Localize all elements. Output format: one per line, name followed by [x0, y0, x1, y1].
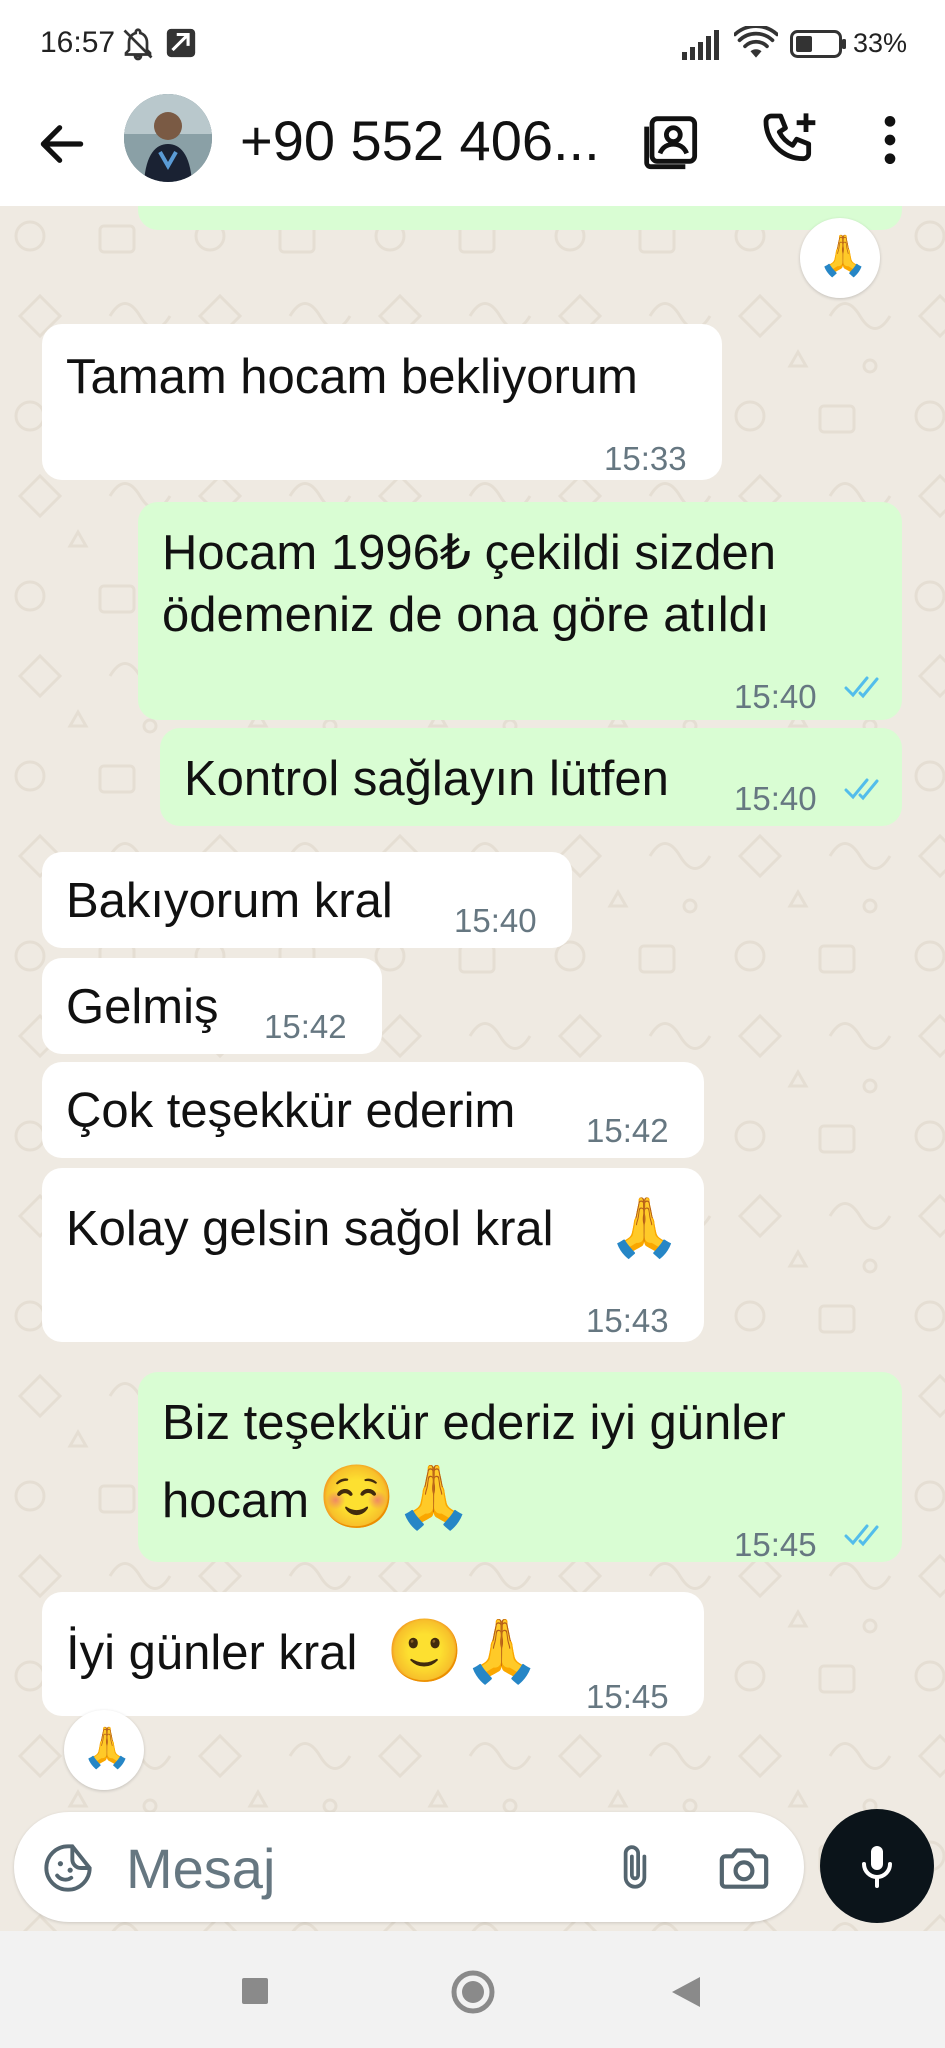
- message-list[interactable]: 🙏 Tamam hocam bekliyorum 15:33 Hocam 199…: [0, 206, 945, 1931]
- message-text: Bakıyorum kral: [66, 874, 393, 928]
- message-bubble-outgoing[interactable]: Biz teşekkür ederiz iyi günler hocam ☺️🙏…: [138, 1372, 902, 1563]
- message-bubble-outgoing[interactable]: Kontrol sağlayın lütfen 15:40: [160, 728, 902, 826]
- sticker-icon[interactable]: [42, 1842, 94, 1894]
- message-bubble-incoming[interactable]: Kolay gelsin sağol kral 🙏 15:43: [42, 1168, 704, 1342]
- smile-and-folded-hands-emoji: ☺️🙏: [318, 1463, 473, 1532]
- chat-header: +90 552 406...: [0, 88, 945, 206]
- mic-icon: [862, 1846, 892, 1888]
- message-time: 15:33: [604, 440, 687, 477]
- contact-name[interactable]: +90 552 406...: [240, 108, 600, 173]
- message-time: 15:42: [264, 1008, 347, 1045]
- home-circle-icon[interactable]: [450, 1969, 496, 2015]
- message-time: 15:40: [454, 902, 537, 939]
- bell-off-icon: [123, 28, 153, 61]
- mic-button[interactable]: [820, 1809, 934, 1923]
- system-nav-bar: [0, 1931, 945, 2048]
- back-triangle-icon[interactable]: [670, 1975, 702, 2009]
- message-text: Çok teşekkür ederim: [66, 1084, 516, 1138]
- message-text-line-2: hocam: [162, 1474, 310, 1528]
- message-text-line-2: ödemeniz de ona göre atıldı: [162, 588, 770, 642]
- read-ticks-icon: [844, 1524, 879, 1547]
- read-ticks-icon: [844, 778, 879, 801]
- folded-hands-emoji: 🙏: [82, 1726, 132, 1770]
- battery-icon: [790, 30, 846, 58]
- camera-icon[interactable]: [716, 1840, 772, 1896]
- message-text-line-1: Biz teşekkür ederiz iyi günler: [162, 1396, 786, 1450]
- message-composer: Mesaj: [14, 1812, 804, 1922]
- message-time: 15:42: [586, 1112, 669, 1149]
- reaction-badge[interactable]: 🙏: [800, 218, 880, 298]
- back-arrow-icon[interactable]: [34, 116, 90, 172]
- message-bubble-outgoing[interactable]: Hocam 1996₺ çekildi sizden ödemeniz de o…: [138, 502, 902, 720]
- message-text: Tamam hocam bekliyorum: [66, 350, 638, 404]
- avatar[interactable]: [124, 94, 212, 182]
- read-ticks-icon: [844, 676, 879, 699]
- message-text: Kontrol sağlayın lütfen: [184, 752, 669, 806]
- message-input[interactable]: Mesaj: [126, 1836, 275, 1901]
- status-bar: 16:57 33%: [0, 0, 945, 88]
- message-time: 15:40: [734, 780, 817, 817]
- message-bubble-incoming[interactable]: Gelmiş 15:42: [42, 958, 382, 1054]
- notification-app-icon: [166, 28, 196, 58]
- message-text: Kolay gelsin sağol kral: [66, 1202, 554, 1256]
- message-bubble-outgoing[interactable]: [138, 206, 902, 230]
- message-text: İyi günler kral: [66, 1626, 358, 1680]
- battery-percent: 33%: [852, 28, 907, 58]
- folded-hands-emoji: 🙏: [818, 234, 868, 278]
- message-bubble-incoming[interactable]: Bakıyorum kral 15:40: [42, 852, 572, 948]
- reaction-badge[interactable]: 🙏: [64, 1710, 144, 1790]
- message-time: 15:45: [586, 1678, 669, 1715]
- folded-hands-emoji: 🙏: [608, 1195, 681, 1260]
- attach-icon[interactable]: [610, 1840, 660, 1896]
- message-text: Gelmiş: [66, 980, 219, 1034]
- add-call-icon[interactable]: [758, 108, 822, 172]
- status-time: 16:57: [40, 26, 116, 59]
- message-time: 15:45: [734, 1526, 817, 1563]
- message-text-line-1: Hocam 1996₺ çekildi sizden: [162, 526, 777, 580]
- more-vertical-icon[interactable]: [858, 108, 922, 172]
- recents-square-icon[interactable]: [240, 1976, 270, 2006]
- message-bubble-incoming[interactable]: İyi günler kral 🙂🙏 15:45: [42, 1592, 704, 1716]
- contact-card-icon[interactable]: [640, 108, 704, 172]
- message-bubble-incoming[interactable]: Tamam hocam bekliyorum 15:33: [42, 324, 722, 480]
- smile-and-folded-hands-emoji: 🙂🙏: [386, 1617, 541, 1686]
- wifi-icon: [734, 26, 778, 58]
- signal-icon: [682, 30, 719, 60]
- message-time: 15:40: [734, 678, 817, 715]
- message-bubble-incoming[interactable]: Çok teşekkür ederim 15:42: [42, 1062, 704, 1158]
- message-time: 15:43: [586, 1302, 669, 1339]
